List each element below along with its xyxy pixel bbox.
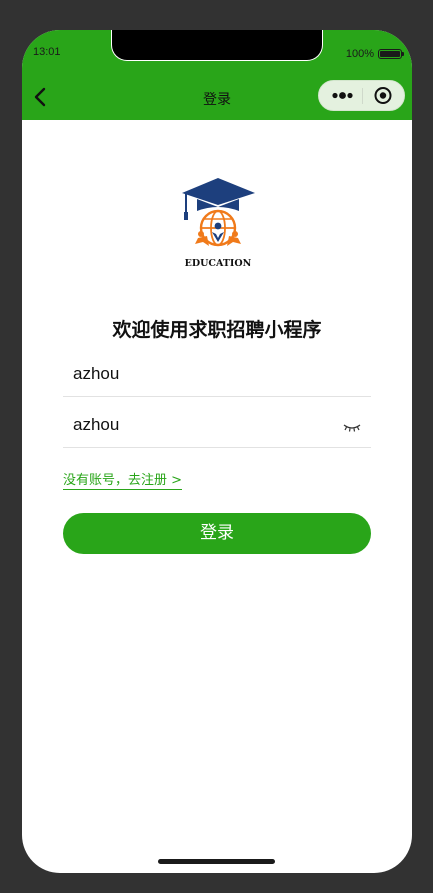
status-bar: 13:01 100% [22,30,412,74]
password-field [63,404,371,448]
logo-text: EDUCATION [185,258,252,268]
home-indicator [158,859,275,864]
status-time: 13:01 [33,46,61,58]
target-close-icon [374,87,392,104]
username-input[interactable] [73,359,333,389]
phone-screen: 13:01 100% 登录 EDUCATION 欢迎使用求职招聘小程序 azho… [22,30,412,873]
password-visibility-toggle[interactable] [342,419,362,432]
battery-percentage: 100% [345,48,374,60]
eye-closed-icon [343,424,361,432]
more-button[interactable] [323,81,361,110]
password-input[interactable] [73,410,333,440]
education-logo: EDUCATION [177,176,259,269]
capsule-divider [362,88,363,104]
register-link[interactable]: 没有账号，去注册 > [63,469,183,490]
login-button[interactable]: 登录 [63,513,371,554]
close-mini-program-button[interactable] [364,81,402,110]
welcome-title: 欢迎使用求职招聘小程序 [112,319,322,341]
battery-icon [378,49,404,59]
device-notch [111,30,323,61]
navigation-bar: 登录 [22,74,412,120]
more-dots-icon [332,92,353,99]
username-field [63,353,371,397]
graduation-cap-globe-icon: EDUCATION [182,178,255,269]
mini-program-capsule [318,80,405,111]
